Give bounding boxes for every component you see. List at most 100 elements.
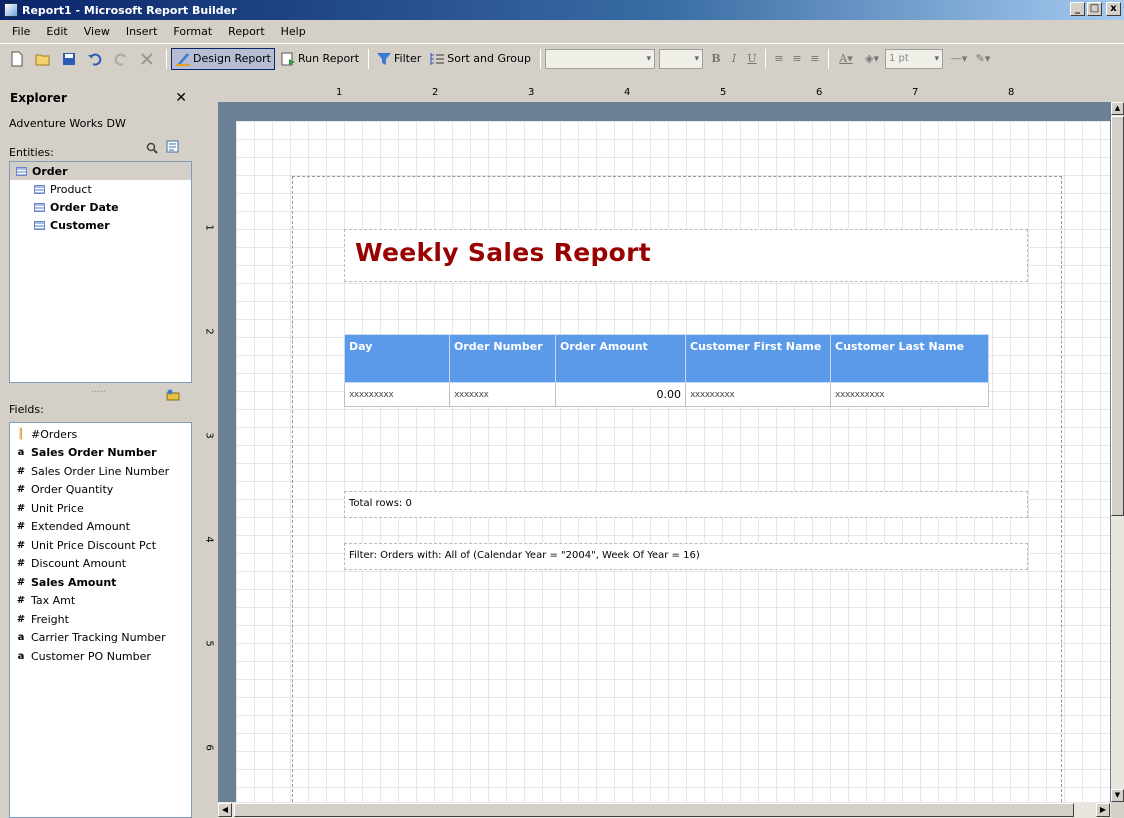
table-cell[interactable]: 0.00 — [555, 382, 686, 407]
bold-button[interactable]: B — [707, 52, 725, 65]
font-color-icon[interactable]: A▾ — [833, 52, 859, 65]
scroll-down-icon[interactable]: ▼ — [1111, 789, 1124, 802]
close-button[interactable]: x — [1106, 2, 1121, 16]
field-item[interactable]: a Customer PO Number — [10, 647, 191, 666]
run-report-button[interactable]: Run Report — [277, 48, 362, 70]
ruler-label: 1 — [203, 224, 215, 231]
horizontal-scroll-thumb[interactable] — [234, 803, 1074, 817]
delete-button[interactable] — [136, 48, 160, 70]
entities-label: Entities: — [0, 136, 197, 159]
entity-view-icon[interactable] — [166, 140, 180, 154]
menu-report[interactable]: Report — [220, 25, 272, 38]
minimize-button[interactable]: _ — [1070, 2, 1085, 16]
vertical-scroll-thumb[interactable] — [1111, 116, 1124, 516]
entity-icon — [16, 166, 27, 176]
font-size-combo[interactable] — [659, 48, 703, 69]
number-field-icon: # — [16, 558, 26, 570]
field-item[interactable]: # Freight — [10, 610, 191, 629]
vertical-scrollbar[interactable]: ▲ ▼ — [1111, 102, 1124, 802]
field-item[interactable]: ║ #Orders — [10, 425, 191, 444]
filter-textbox[interactable]: Filter: Orders with: All of (Calendar Ye… — [344, 543, 1028, 570]
total-rows-textbox[interactable]: Total rows: 0 — [344, 491, 1028, 518]
new-field-icon[interactable] — [166, 389, 180, 401]
column-header[interactable]: Order Amount — [555, 334, 686, 383]
app-icon — [4, 3, 18, 17]
menu-help[interactable]: Help — [273, 25, 314, 38]
menu-insert[interactable]: Insert — [118, 25, 166, 38]
field-item[interactable]: # Extended Amount — [10, 518, 191, 537]
horizontal-ruler: 1 2 3 4 5 6 7 8 — [201, 85, 1124, 102]
delete-x-icon — [141, 52, 153, 65]
entity-order[interactable]: Order — [10, 162, 191, 180]
field-item[interactable]: a Carrier Tracking Number — [10, 629, 191, 648]
table-cell[interactable]: xxxxxxxxxx — [830, 382, 989, 407]
design-icon — [176, 52, 190, 66]
restore-button[interactable]: □ — [1087, 2, 1102, 16]
field-item[interactable]: # Order Quantity — [10, 481, 191, 500]
align-right-icon[interactable]: ≡ — [806, 52, 824, 65]
underline-button[interactable]: U — [743, 52, 761, 65]
new-button[interactable] — [6, 48, 30, 70]
line-style-icon[interactable]: —▾ — [947, 52, 971, 65]
align-center-icon[interactable]: ≡ — [788, 52, 806, 65]
design-report-button[interactable]: Design Report — [171, 47, 275, 70]
filter-button[interactable]: Filter — [373, 48, 424, 70]
undo-button[interactable] — [84, 48, 108, 70]
column-header[interactable]: Day — [344, 334, 450, 383]
table-cell[interactable]: xxxxxxxxx — [344, 382, 450, 407]
field-item[interactable]: # Unit Price — [10, 499, 191, 518]
line-width-combo[interactable]: 1 pt — [885, 48, 943, 69]
redo-icon — [114, 53, 126, 66]
scroll-up-icon[interactable]: ▲ — [1111, 102, 1124, 115]
font-name-combo[interactable] — [545, 48, 655, 69]
field-item[interactable]: # Unit Price Discount Pct — [10, 536, 191, 555]
vertical-ruler: 1 2 3 4 5 6 — [201, 102, 218, 802]
entity-icon — [34, 202, 45, 212]
run-report-icon — [281, 52, 295, 65]
scroll-left-icon[interactable]: ◀ — [218, 803, 232, 817]
menu-format[interactable]: Format — [165, 25, 220, 38]
field-item[interactable]: # Tax Amt — [10, 592, 191, 611]
entity-order-date[interactable]: Order Date — [10, 198, 191, 216]
horizontal-scrollbar[interactable]: ◀ ▶ — [218, 802, 1111, 818]
menu-view[interactable]: View — [76, 25, 118, 38]
number-field-icon: # — [16, 613, 26, 625]
sort-group-button[interactable]: Sort and Group — [426, 48, 534, 70]
field-item[interactable]: a Sales Order Number — [10, 444, 191, 463]
explorer-close-icon[interactable]: ✕ — [175, 90, 187, 106]
entity-customer[interactable]: Customer — [10, 216, 191, 234]
ruler-label: 3 — [203, 432, 215, 439]
report-page[interactable]: Weekly Sales Report Day Order Number Ord… — [236, 121, 1110, 802]
menu-file[interactable]: File — [4, 25, 38, 38]
search-icon[interactable] — [146, 142, 158, 154]
column-header[interactable]: Customer Last Name — [830, 334, 989, 383]
fields-list: ║ #Orders a Sales Order Number # Sales Order … — [9, 422, 192, 818]
report-table[interactable]: Day Order Number Order Amount Customer F… — [344, 334, 989, 407]
column-header[interactable]: Order Number — [449, 334, 556, 383]
save-button[interactable] — [58, 48, 82, 70]
field-item[interactable]: # Sales Order Line Number — [10, 462, 191, 481]
table-cell[interactable]: xxxxxxxxx — [685, 382, 831, 407]
field-item[interactable]: # Discount Amount — [10, 555, 191, 574]
column-header[interactable]: Customer First Name — [685, 334, 831, 383]
menu-edit[interactable]: Edit — [38, 25, 75, 38]
number-field-icon: # — [16, 502, 26, 514]
open-button[interactable] — [32, 48, 56, 70]
report-title-box[interactable]: Weekly Sales Report — [344, 229, 1028, 282]
undo-icon — [88, 53, 102, 66]
ruler-label: 7 — [912, 87, 919, 98]
redo-button[interactable] — [110, 48, 134, 70]
italic-button[interactable]: I — [725, 52, 743, 65]
table-cell[interactable]: xxxxxxx — [449, 382, 556, 407]
number-field-icon: # — [16, 465, 26, 477]
align-left-icon[interactable]: ≡ — [770, 52, 788, 65]
field-item[interactable]: # Sales Amount — [10, 573, 191, 592]
sort-group-icon — [430, 52, 445, 65]
filter-funnel-icon — [377, 52, 392, 65]
line-color-icon[interactable]: ✎▾ — [971, 52, 995, 65]
fill-color-icon[interactable]: ◈▾ — [859, 52, 885, 65]
toolbar-separator — [765, 48, 766, 69]
entity-product[interactable]: Product — [10, 180, 191, 198]
scroll-right-icon[interactable]: ▶ — [1096, 803, 1110, 817]
field-label: Customer PO Number — [31, 649, 151, 663]
